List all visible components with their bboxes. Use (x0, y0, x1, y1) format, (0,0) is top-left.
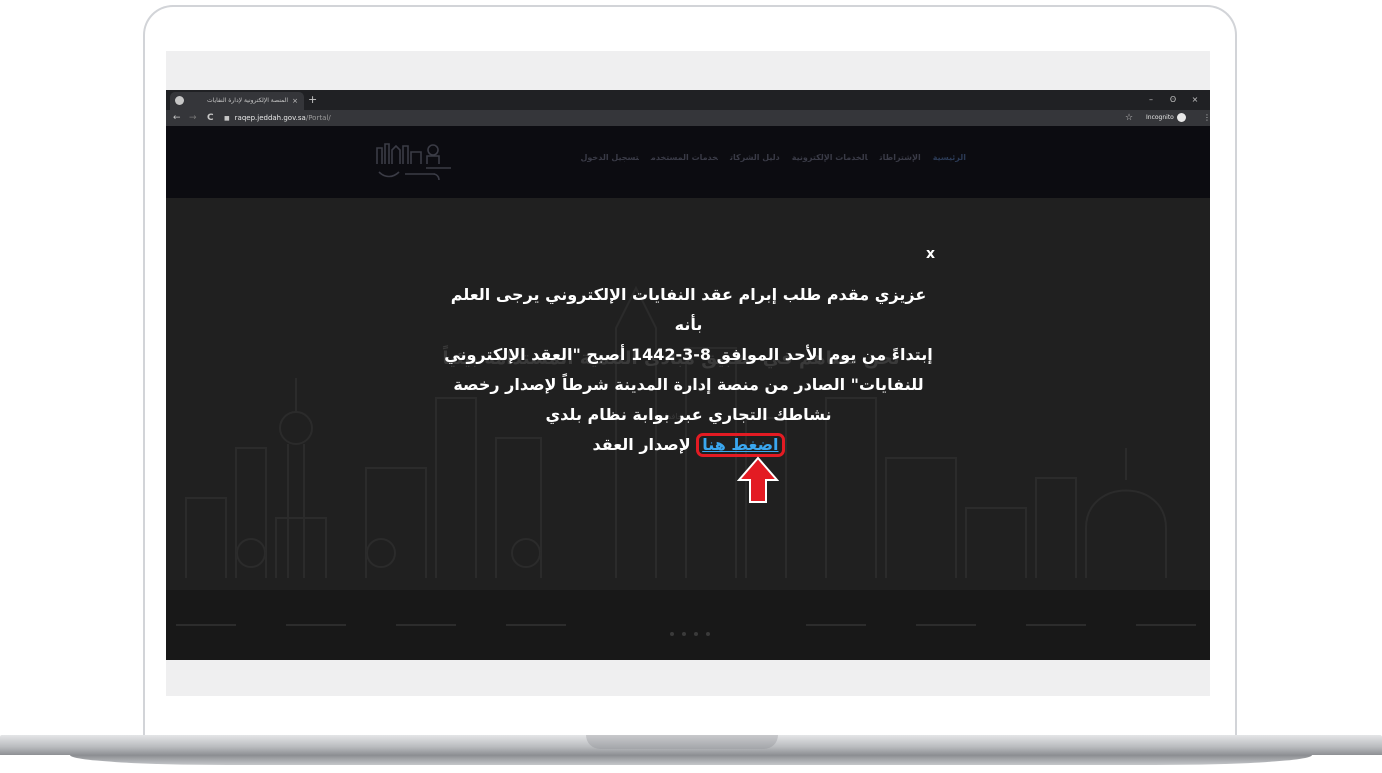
browser-menu-icon[interactable]: ⋮ (1203, 110, 1210, 126)
slider-dot[interactable] (670, 632, 674, 636)
site-header: الرئيسية الإشتراطات الخدمات الإلكترونية دلي… (166, 126, 1210, 198)
road-marking (806, 624, 866, 626)
close-tab-icon[interactable]: × (292, 92, 298, 110)
nav-home[interactable]: الرئيسية (933, 153, 966, 162)
reload-icon[interactable]: C (207, 110, 214, 126)
road-marking (916, 624, 976, 626)
road-marking (396, 624, 456, 626)
url-host: raqep.jeddah.gov.sa (234, 114, 306, 122)
url-path: /Portal/ (305, 114, 331, 122)
address-bar[interactable]: ■ raqep.jeddah.gov.sa/Portal/ (224, 112, 1104, 124)
forward-icon[interactable]: → (189, 110, 197, 126)
browser-tab[interactable]: المنصة الإلكترونية لإدارة النفايات × (170, 92, 304, 110)
site-favicon-icon (175, 96, 184, 105)
browser-toolbar: ← → C ■ raqep.jeddah.gov.sa/Portal/ ☆ Inc… (166, 110, 1210, 126)
incognito-indicator[interactable]: Incognito (1146, 110, 1186, 126)
modal-line-1: عزيزي مقدم طلب إبرام عقد النفايات الإلكت… (450, 285, 927, 334)
announcement-modal: عزيزي مقدم طلب إبرام عقد النفايات الإلكت… (436, 280, 941, 460)
road-marking (286, 624, 346, 626)
site-navigation: الرئيسية الإشتراطات الخدمات الإلكترونية دلي… (546, 153, 966, 162)
back-icon[interactable]: ← (173, 110, 181, 126)
modal-line-5: اضغط هنا لإصدار العقد (436, 430, 941, 460)
bookmark-star-icon[interactable]: ☆ (1125, 110, 1133, 126)
click-here-link[interactable]: اضغط هنا (702, 435, 778, 454)
modal-close-button[interactable]: x (926, 246, 935, 262)
nav-e-services[interactable]: الخدمات الإلكترونية (792, 153, 868, 162)
slider-dot[interactable] (682, 632, 686, 636)
modal-line-3: للنفايات" الصادر من منصة إدارة المدينة ش… (453, 375, 924, 394)
nav-companies-guide[interactable]: دليل الشركات (730, 153, 780, 162)
road-marking (506, 624, 566, 626)
maximize-button[interactable]: ʘ (1162, 90, 1184, 110)
close-window-button[interactable]: × (1184, 90, 1206, 110)
incognito-label: Incognito (1146, 114, 1174, 121)
laptop-notch (586, 735, 778, 749)
minimize-button[interactable]: – (1140, 90, 1162, 110)
incognito-icon (1176, 113, 1186, 122)
road-marking (1136, 624, 1196, 626)
web-page: الرئيسية الإشتراطات الخدمات الإلكترونية دلي… (166, 126, 1210, 660)
nav-requirements[interactable]: الإشتراطات (880, 153, 921, 162)
issue-contract-text: لإصدار العقد (592, 435, 697, 454)
nav-login[interactable]: تسجيل الدخول (580, 153, 638, 162)
slider-dots (666, 621, 714, 640)
modal-line-4: نشاطك التجاري عبر بوابة نظام بلدي (545, 405, 832, 424)
slider-dot[interactable] (694, 632, 698, 636)
tab-title: المنصة الإلكترونية لإدارة النفايات (207, 97, 288, 104)
laptop-base-shadow (70, 755, 1312, 765)
lock-icon: ■ (224, 115, 230, 122)
site-logo (376, 143, 451, 181)
road-marking (1026, 624, 1086, 626)
nav-user-services[interactable]: خدمات المستخدم (651, 153, 718, 162)
link-highlight-box: اضغط هنا (696, 433, 785, 457)
street-footer (166, 590, 1210, 660)
modal-line-2: إبتداءً من يوم الأحد الموافق 8-3-1442 أص… (444, 345, 933, 364)
tab-strip: المنصة الإلكترونية لإدارة النفايات × + –… (166, 90, 1210, 110)
window-controls: – ʘ × (1140, 90, 1206, 110)
browser-window: المنصة الإلكترونية لإدارة النفايات × + –… (166, 90, 1210, 660)
slider-dot[interactable] (706, 632, 710, 636)
red-arrow-up-icon (737, 456, 779, 503)
new-tab-button[interactable]: + (308, 91, 317, 109)
road-marking (176, 624, 236, 626)
